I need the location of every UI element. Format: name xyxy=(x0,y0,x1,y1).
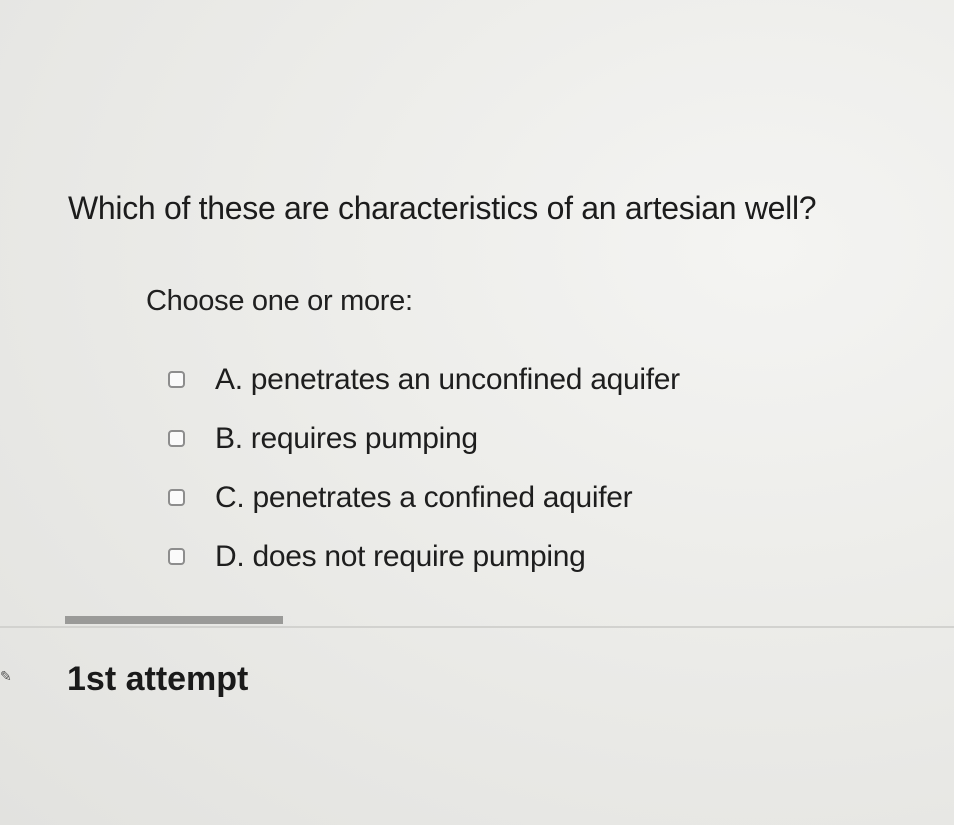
attempt-tab-indicator xyxy=(65,616,283,624)
instruction-text: Choose one or more: xyxy=(146,285,413,317)
option-c-label: C. penetrates a confined aquifer xyxy=(215,480,633,514)
option-b-label: B. requires pumping xyxy=(215,421,478,455)
option-a[interactable]: A. penetrates an unconfined aquifer xyxy=(168,350,680,409)
checkbox-d[interactable] xyxy=(168,548,185,565)
option-a-label: A. penetrates an unconfined aquifer xyxy=(215,362,680,396)
attempt-heading[interactable]: 1st attempt xyxy=(67,660,248,699)
question-text: Which of these are characteristics of an… xyxy=(68,190,817,226)
option-d[interactable]: D. does not require pumping xyxy=(168,527,680,586)
option-b[interactable]: B. requires pumping xyxy=(168,409,680,468)
answer-options: A. penetrates an unconfined aquifer B. r… xyxy=(168,350,680,586)
quiz-screen: Which of these are characteristics of an… xyxy=(0,0,954,825)
pencil-icon: ✎ xyxy=(0,668,12,684)
option-d-label: D. does not require pumping xyxy=(215,539,586,573)
checkbox-c[interactable] xyxy=(168,489,185,506)
checkbox-a[interactable] xyxy=(168,371,185,388)
section-divider xyxy=(0,626,954,628)
option-c[interactable]: C. penetrates a confined aquifer xyxy=(168,468,680,527)
checkbox-b[interactable] xyxy=(168,430,185,447)
